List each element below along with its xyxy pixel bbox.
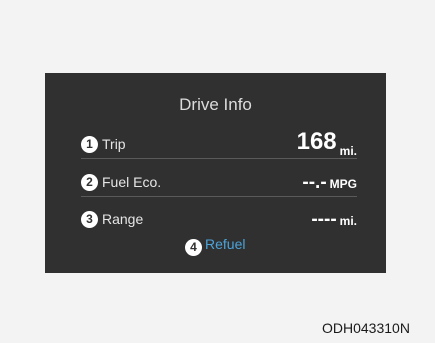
trip-value-group: 168 mi. (297, 128, 357, 162)
range-unit: mi. (339, 214, 357, 228)
trip-unit: mi. (339, 144, 357, 158)
trip-value: 168 (296, 128, 337, 155)
trip-label: Trip (102, 136, 126, 152)
range-value: ---- (311, 209, 337, 230)
fuel-economy-value-group: --.- MPG (302, 172, 357, 194)
figure-code: ODH043310N (322, 320, 410, 336)
number-badge-1: 1 (81, 136, 98, 153)
drive-info-display: Drive Info 1 Trip 168 mi. 2 Fuel Eco. --.… (45, 73, 386, 273)
refuel-item[interactable]: 4 Refuel (185, 236, 245, 256)
number-badge-4: 4 (185, 239, 202, 256)
range-row: 3 Range ---- mi. (81, 209, 357, 233)
range-value-group: ---- mi. (311, 209, 357, 231)
fuel-economy-value: --.- (302, 172, 327, 193)
trip-row: 1 Trip 168 mi. (81, 128, 357, 162)
display-title: Drive Info (179, 95, 252, 114)
range-label: Range (102, 211, 144, 227)
number-badge-3: 3 (81, 211, 98, 228)
fuel-economy-unit: MPG (329, 177, 357, 191)
fuel-economy-row: 2 Fuel Eco. --.- MPG (81, 172, 357, 197)
fuel-economy-label: Fuel Eco. (102, 174, 162, 190)
refuel-label[interactable]: Refuel (205, 236, 245, 252)
number-badge-2: 2 (81, 174, 98, 191)
